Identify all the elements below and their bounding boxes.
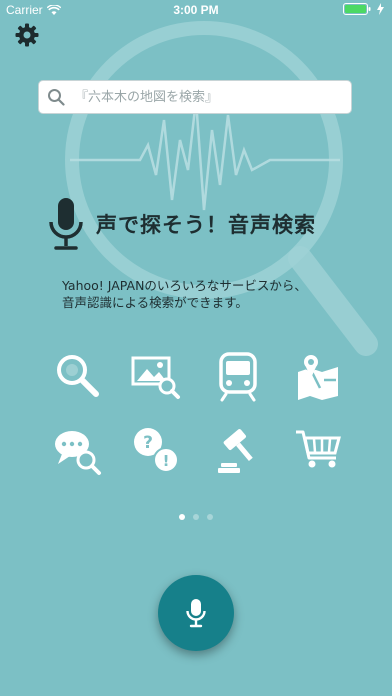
hero-title: 声で探そう！音声検索	[96, 213, 316, 237]
auction-tile[interactable]	[212, 426, 264, 478]
microphone-icon	[49, 198, 83, 250]
description-line-1: Yahoo! JAPANのいろいろなサービスから、	[62, 278, 307, 293]
search-input[interactable]	[73, 88, 351, 106]
status-time: 3:00 PM	[173, 3, 219, 17]
svg-text:!: !	[163, 452, 170, 470]
description: Yahoo! JAPANのいろいろなサービスから、 音声認識による検索ができます…	[62, 277, 362, 311]
page-dot-2[interactable]	[193, 514, 199, 520]
hero: 声で探そう！音声検索	[46, 196, 316, 252]
map-pin-icon	[298, 353, 338, 400]
settings-gear-icon[interactable]	[14, 22, 40, 48]
page-dot-3[interactable]	[207, 514, 213, 520]
voice-search-button[interactable]	[158, 575, 234, 651]
shopping-tile[interactable]	[294, 426, 346, 478]
question-answer-icon: ? !	[134, 428, 179, 473]
description-line-2: 音声認識による検索ができます。	[62, 295, 248, 310]
battery-icon	[343, 3, 371, 15]
page-dot-1[interactable]	[179, 514, 185, 520]
status-bar: Carrier 3:00 PM	[0, 0, 392, 20]
web-search-tile[interactable]	[52, 350, 104, 402]
train-icon	[219, 352, 257, 402]
qa-tile[interactable]: ? !	[130, 426, 182, 478]
charging-icon	[377, 3, 384, 15]
image-search-icon	[131, 356, 180, 399]
map-tile[interactable]	[294, 350, 346, 402]
microphone-icon	[186, 599, 206, 628]
image-search-tile[interactable]	[130, 350, 182, 402]
page-indicator	[0, 514, 392, 520]
chat-search-icon	[55, 431, 101, 475]
search-box[interactable]	[38, 80, 352, 114]
search-icon	[48, 89, 65, 106]
svg-text:?: ?	[143, 433, 153, 453]
magnifier-icon	[57, 355, 99, 397]
chiebukuro-tile[interactable]	[52, 426, 104, 478]
shopping-cart-icon	[296, 430, 341, 468]
auction-gavel-icon	[218, 429, 253, 473]
transit-tile[interactable]	[212, 350, 264, 402]
